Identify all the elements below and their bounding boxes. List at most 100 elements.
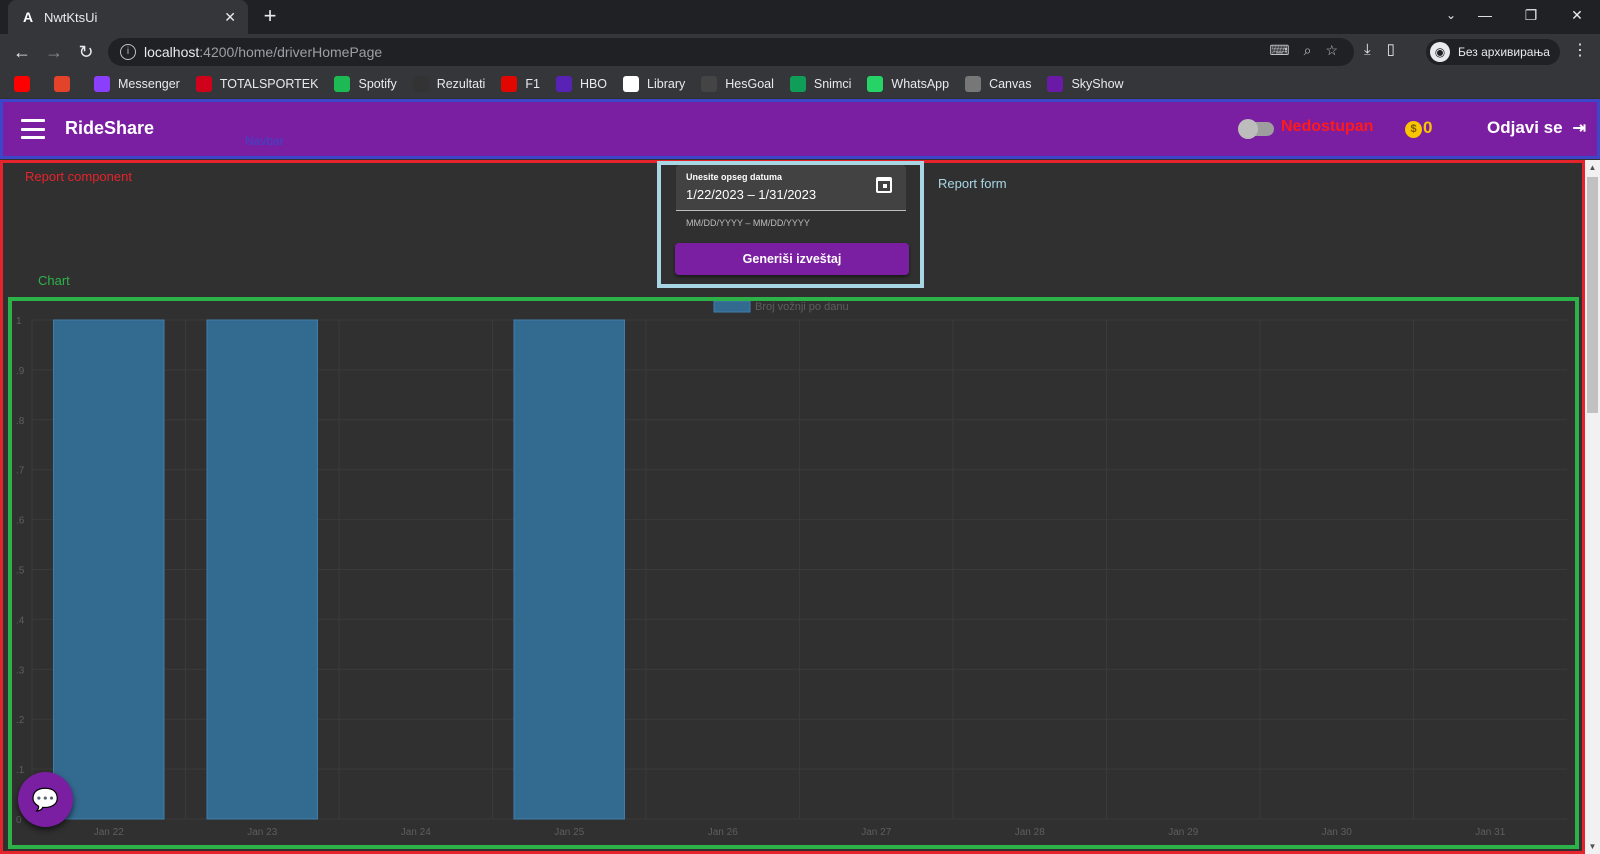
bookmark-item[interactable]: WhatsApp: [867, 76, 949, 92]
library-icon: [623, 76, 640, 92]
y-tick-label: .3: [16, 665, 25, 676]
y-tick-label: .1: [16, 765, 25, 776]
x-tick-label: Jan 27: [861, 827, 891, 838]
zoom-icon[interactable]: ⌕: [1304, 42, 1312, 59]
y-tick-label: .9: [16, 366, 25, 377]
form-annotation: Report form: [938, 176, 1007, 191]
chat-icon: 💬: [31, 787, 60, 812]
incognito-icon: ◉: [1430, 42, 1450, 62]
date-range-label: Unesite opseg datuma: [686, 172, 783, 182]
bookmark-item[interactable]: Canvas: [965, 76, 1031, 92]
restore-button[interactable]: ❐: [1508, 0, 1554, 30]
bookmark-item[interactable]: F1: [501, 76, 540, 92]
bookmark-item[interactable]: SkyShow: [1047, 76, 1124, 92]
calendar-icon[interactable]: [876, 177, 892, 193]
bookmarks-bar: Messenger TOTALSPORTEK Spotify Rezultati F1 H…: [0, 70, 1600, 98]
info-icon[interactable]: i: [120, 44, 136, 60]
translate-icon[interactable]: ⌨: [1269, 42, 1289, 59]
y-tick-label: .6: [16, 516, 25, 527]
chart-svg: 0 .1 .2 .3 .4 .5 .6 .7 .8 .9 1 Jan 22 Jan 23 Jan 24 Ja…: [16, 301, 1567, 838]
url-path: :4200/home/driverHomePage: [199, 44, 383, 60]
scroll-up-icon[interactable]: ▲: [1585, 160, 1600, 175]
bookmark-label: TOTALSPORTEK: [219, 77, 319, 91]
url-host: localhost: [144, 44, 200, 60]
bookmark-label: Messenger: [118, 77, 180, 91]
spotify-icon: [334, 76, 351, 92]
bookmark-label: Spotify: [358, 77, 397, 91]
date-range-field[interactable]: Unesite opseg datuma 1/22/2023 – 1/31/20…: [676, 165, 906, 211]
generate-report-button[interactable]: Generiši izveštaj: [675, 243, 909, 275]
navbar-annotation: Navbar: [245, 134, 284, 148]
bookmark-label: SkyShow: [1071, 77, 1124, 91]
download-icon[interactable]: ⤓: [1364, 41, 1371, 58]
y-tick-label: 1: [16, 316, 22, 327]
youtube-icon: [14, 76, 30, 92]
bookmark-item[interactable]: [54, 76, 78, 92]
y-tick-label: .2: [16, 715, 25, 726]
chart-bar: [52, 319, 165, 820]
rezultati-icon: [412, 76, 429, 92]
brand-title[interactable]: RideShare: [65, 118, 154, 139]
sidepanel-icon[interactable]: ▯: [1387, 40, 1395, 58]
reload-button[interactable]: ↻: [74, 40, 98, 64]
profile-button[interactable]: ◉ Без архивирања: [1426, 39, 1560, 65]
skyshow-icon: [1047, 76, 1064, 92]
hbo-icon: [555, 76, 572, 92]
coin-balance: 0: [1423, 118, 1433, 137]
logout-button[interactable]: Odjavi se ⇥: [1487, 118, 1586, 138]
profile-label: Без архивирања: [1458, 45, 1550, 59]
ball-icon: [701, 76, 718, 92]
bookmark-item[interactable]: Messenger: [94, 76, 180, 92]
legend-label: Broj vožnji po danu: [755, 301, 849, 313]
bookmark-item[interactable]: HesGoal: [701, 76, 774, 92]
x-tick-label: Jan 26: [708, 827, 738, 838]
y-tick-label: .5: [16, 566, 25, 577]
forward-button[interactable]: →: [42, 40, 66, 64]
x-tick-label: Jan 22: [94, 827, 124, 838]
legend-swatch: [713, 301, 751, 313]
browser-tab[interactable]: A NwtKtsUi ✕: [8, 0, 248, 34]
close-window-button[interactable]: ✕: [1554, 0, 1600, 30]
star-icon[interactable]: ☆: [1325, 42, 1338, 59]
back-button[interactable]: ←: [10, 40, 34, 64]
browser-tabbar: A NwtKtsUi ✕ + ⌄ — ❐ ✕: [0, 0, 1600, 34]
ts-icon: [195, 76, 212, 92]
hamburger-menu-icon[interactable]: [21, 119, 45, 139]
bookmark-item[interactable]: HBO: [555, 76, 607, 92]
bookmark-item[interactable]: Rezultati: [412, 76, 486, 92]
sheets-icon: [789, 76, 806, 92]
bookmark-item[interactable]: Spotify: [334, 76, 397, 92]
bookmark-item[interactable]: Library: [623, 76, 685, 92]
minimize-button[interactable]: —: [1462, 0, 1508, 30]
x-tick-label: Jan 30: [1322, 827, 1352, 838]
x-tick-label: Jan 23: [247, 827, 277, 838]
browser-toolbar: ← → ↻ i localhost:4200/home/driverHomePa…: [0, 34, 1600, 70]
f1-icon: [501, 76, 518, 92]
date-format-hint: MM/DD/YYYY – MM/DD/YYYY: [686, 218, 810, 228]
whatsapp-icon: [867, 76, 884, 92]
tab-title: NwtKtsUi: [44, 9, 98, 25]
url-bar[interactable]: i localhost:4200/home/driverHomePage ⌨ ⌕…: [108, 38, 1354, 66]
more-menu-icon[interactable]: ⋮: [1572, 40, 1588, 60]
x-tick-label: Jan 24: [401, 827, 431, 838]
y-tick-label: .4: [16, 615, 25, 626]
bookmark-item[interactable]: Snimci: [789, 76, 851, 92]
bookmark-item[interactable]: TOTALSPORTEK: [195, 76, 319, 92]
bookmark-item[interactable]: [14, 76, 38, 92]
page-scrollbar[interactable]: ▲ ▼: [1585, 160, 1600, 854]
chart-bar: [206, 319, 319, 820]
new-tab-button[interactable]: +: [258, 5, 282, 29]
y-tick-label: .7: [16, 466, 25, 477]
x-tick-label: Jan 29: [1168, 827, 1198, 838]
window-controls: — ❐ ✕: [1462, 0, 1600, 30]
date-range-input[interactable]: 1/22/2023 – 1/31/2023: [686, 187, 816, 202]
scroll-thumb[interactable]: [1587, 177, 1598, 413]
availability-toggle[interactable]: [1238, 119, 1274, 139]
chat-fab-button[interactable]: 💬: [18, 772, 73, 827]
scroll-down-icon[interactable]: ▼: [1585, 839, 1600, 854]
bookmark-label: HesGoal: [725, 77, 774, 91]
bookmark-label: Rezultati: [436, 77, 486, 91]
x-tick-label: Jan 31: [1475, 827, 1505, 838]
close-icon[interactable]: ✕: [224, 9, 236, 26]
bookmark-label: Library: [647, 77, 686, 91]
